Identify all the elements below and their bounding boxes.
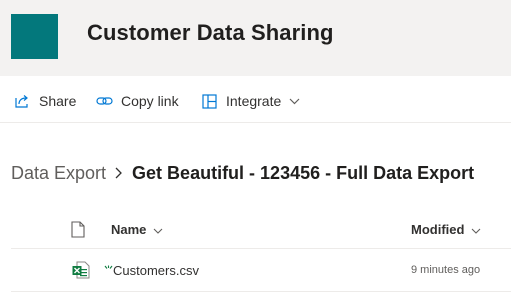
breadcrumb-current: Get Beautiful - 123456 - Full Data Expor… bbox=[132, 162, 475, 183]
modified-timestamp: 9 minutes ago bbox=[411, 264, 481, 276]
integrate-button[interactable]: Integrate bbox=[202, 92, 300, 110]
new-item-icon bbox=[104, 259, 113, 277]
chevron-down-icon bbox=[153, 222, 163, 237]
integrate-label: Integrate bbox=[226, 93, 282, 109]
chevron-down-icon bbox=[471, 222, 481, 237]
document-icon[interactable] bbox=[71, 221, 85, 243]
column-header-name-label: Name bbox=[111, 222, 147, 237]
integrate-icon bbox=[202, 93, 217, 109]
copy-link-label: Copy link bbox=[121, 93, 179, 109]
table-row[interactable]: Customers.csv 9 minutes ago bbox=[11, 250, 511, 292]
share-icon bbox=[14, 93, 30, 109]
column-header-name[interactable]: Name bbox=[111, 222, 163, 237]
breadcrumb: Data Export Get Beautiful - 123456 - Ful… bbox=[11, 160, 474, 186]
column-header-modified[interactable]: Modified bbox=[411, 222, 481, 237]
share-button[interactable]: Share bbox=[14, 92, 76, 110]
column-header-modified-label: Modified bbox=[411, 222, 465, 237]
chevron-down-icon bbox=[289, 98, 300, 105]
site-logo[interactable] bbox=[11, 14, 58, 59]
excel-csv-icon bbox=[72, 261, 90, 284]
list-header: Name Modified bbox=[11, 212, 511, 249]
share-label: Share bbox=[39, 93, 77, 109]
chevron-right-icon bbox=[115, 167, 122, 179]
copy-link-button[interactable]: Copy link bbox=[96, 92, 179, 110]
breadcrumb-parent-link[interactable]: Data Export bbox=[11, 163, 106, 184]
site-header: Customer Data Sharing bbox=[0, 0, 511, 76]
link-icon bbox=[96, 93, 113, 109]
site-title[interactable]: Customer Data Sharing bbox=[87, 20, 334, 46]
command-bar: Share Copy link Integrate bbox=[0, 76, 511, 123]
file-name-link[interactable]: Customers.csv bbox=[113, 263, 199, 278]
